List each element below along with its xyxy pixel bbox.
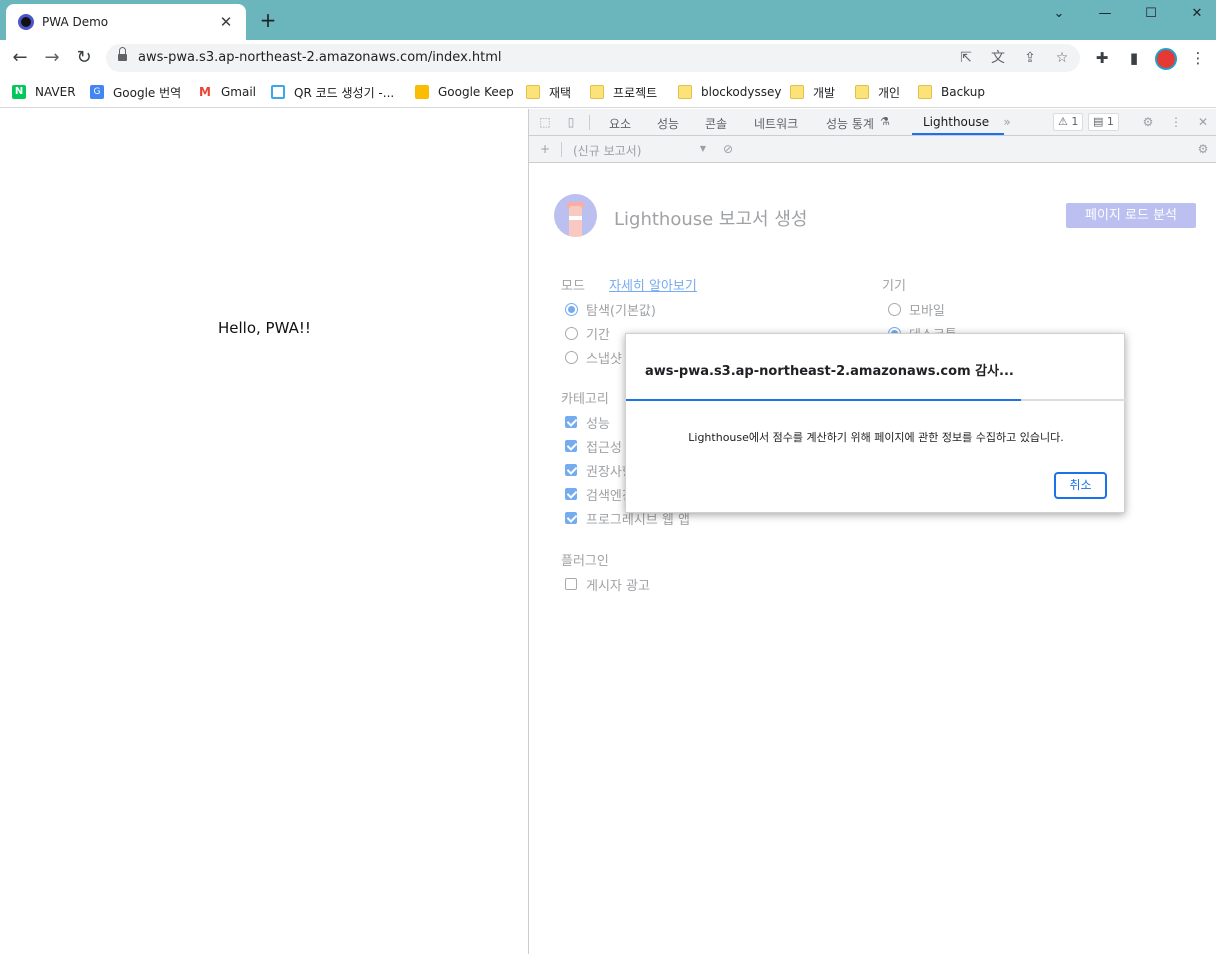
tab-strip: PWA Demo ✕ + ⌄ — ☐ ✕ (0, 0, 1216, 40)
bookmark-folder-project[interactable]: 프로젝트 (590, 81, 657, 103)
bookmark-folder-dev[interactable]: 개발 (790, 81, 835, 103)
bookmark-folder-backup[interactable]: Backup (918, 81, 985, 103)
bookmark-label: Gmail (221, 85, 257, 99)
bookmark-label: 개발 (813, 85, 836, 100)
bookmark-label: blockodyssey (701, 85, 782, 99)
devtools-close-icon[interactable]: ✕ (1195, 114, 1211, 130)
bookmark-label: Google Keep (438, 85, 514, 99)
tab-console[interactable]: 콘솔 (705, 115, 727, 132)
tab-lighthouse[interactable]: Lighthouse (923, 115, 989, 129)
add-report-icon[interactable]: + (537, 141, 553, 157)
side-panel-icon[interactable]: ▮ (1122, 46, 1146, 70)
devtools-menu-icon[interactable]: ⋮ (1168, 114, 1184, 130)
new-tab-button[interactable]: + (257, 9, 279, 31)
address-bar[interactable]: aws-pwa.s3.ap-northeast-2.amazonaws.com/… (106, 44, 1080, 72)
page-viewport: Hello, PWA!! (0, 109, 528, 954)
flask-icon: ⚗ (880, 115, 890, 128)
tab-close-icon[interactable]: ✕ (216, 13, 236, 31)
warnings-badge[interactable]: ⚠ 1 (1053, 113, 1084, 131)
lock-icon[interactable] (118, 47, 127, 61)
bookmark-folder-personal[interactable]: 개인 (855, 81, 900, 103)
bookmark-label: 재택 (549, 85, 572, 100)
bookmark-naver[interactable]: N NAVER (12, 81, 76, 103)
tab-title: PWA Demo (42, 15, 109, 29)
browser-toolbar: ← → ↻ aws-pwa.s3.ap-northeast-2.amazonaw… (0, 40, 1216, 76)
bookmark-label: 프로젝트 (613, 85, 658, 100)
report-select[interactable]: (신규 보고서) (573, 142, 641, 159)
tab-favicon-icon (18, 14, 34, 30)
lighthouse-settings-icon[interactable]: ⚙ (1195, 141, 1211, 157)
translate-icon[interactable]: 文 (988, 48, 1008, 68)
bookmark-label: 개인 (878, 85, 901, 100)
close-window-button[interactable]: ✕ (1174, 0, 1216, 26)
toolbar-divider (561, 142, 562, 157)
progress-bar (626, 399, 1126, 401)
tab-divider (589, 115, 590, 130)
devtools-tabbar: ⬚ ▯ 요소 성능 콘솔 네트워크 성능 통계 ⚗ Lighthouse » ⚠… (529, 109, 1216, 136)
browser-tab[interactable]: PWA Demo ✕ (6, 4, 246, 40)
bookmark-google-translate[interactable]: G Google 번역 (90, 81, 181, 103)
browser-menu-icon[interactable]: ⋮ (1186, 46, 1210, 70)
devtools-panel: ⬚ ▯ 요소 성능 콘솔 네트워크 성능 통계 ⚗ Lighthouse » ⚠… (529, 109, 1216, 954)
bookmark-qr-generator[interactable]: QR 코드 생성기 -... (271, 81, 394, 103)
minimize-button[interactable]: — (1082, 0, 1128, 26)
active-tab-indicator (912, 133, 1004, 135)
google-keep-icon (415, 85, 429, 99)
folder-icon (678, 85, 692, 99)
hello-text: Hello, PWA!! (218, 319, 311, 337)
dialog-message: Lighthouse에서 점수를 계산하기 위해 페이지에 관한 정보를 수집하… (688, 431, 1064, 444)
gmail-icon: M (199, 85, 211, 99)
progress-bar-fill (626, 399, 1021, 401)
bookmark-folder-remote[interactable]: 재택 (526, 81, 571, 103)
tab-performance[interactable]: 성능 (657, 115, 679, 132)
share-icon[interactable]: ⇪ (1020, 48, 1040, 68)
naver-icon: N (12, 85, 26, 99)
panel-dim-overlay (529, 163, 1216, 954)
clear-icon[interactable]: ⊘ (720, 141, 736, 157)
device-toolbar-icon[interactable]: ▯ (563, 114, 579, 130)
folder-icon (855, 85, 869, 99)
chevron-down-icon[interactable]: ▼ (695, 141, 711, 157)
messages-badge[interactable]: ▤ 1 (1088, 113, 1119, 131)
back-button[interactable]: ← (8, 46, 32, 70)
devtools-settings-icon[interactable]: ⚙ (1140, 114, 1156, 130)
folder-icon (590, 85, 604, 99)
qr-code-icon (271, 85, 285, 99)
tab-network[interactable]: 네트워크 (754, 115, 798, 132)
profile-avatar[interactable] (1155, 48, 1177, 70)
folder-icon (918, 85, 932, 99)
inspect-element-icon[interactable]: ⬚ (537, 114, 553, 130)
google-translate-icon: G (90, 85, 104, 99)
audit-progress-dialog: aws-pwa.s3.ap-northeast-2.amazonaws.com … (625, 333, 1126, 513)
bookmark-label: Backup (941, 85, 985, 99)
bookmark-label: QR 코드 생성기 -... (294, 85, 395, 100)
extensions-icon[interactable]: ✚ (1090, 46, 1114, 70)
cancel-button[interactable]: 취소 (1054, 472, 1107, 499)
bookmarks-bar: N NAVER G Google 번역 M Gmail QR 코드 생성기 -... … (0, 76, 1216, 108)
bookmark-label: NAVER (35, 85, 76, 99)
tab-performance-insights[interactable]: 성능 통계 (826, 115, 874, 132)
bookmark-google-keep[interactable]: Google Keep (415, 81, 514, 103)
forward-button[interactable]: → (40, 46, 64, 70)
lighthouse-toolbar: + (신규 보고서) ▼ ⊘ ⚙ (529, 136, 1216, 163)
address-url[interactable]: aws-pwa.s3.ap-northeast-2.amazonaws.com/… (138, 50, 502, 65)
tab-search-icon[interactable]: ⌄ (1036, 0, 1082, 26)
dialog-title: aws-pwa.s3.ap-northeast-2.amazonaws.com … (645, 364, 1014, 379)
bookmark-gmail[interactable]: M Gmail (198, 81, 256, 103)
tab-elements[interactable]: 요소 (609, 115, 631, 132)
open-in-app-icon[interactable]: ⇱ (956, 48, 976, 68)
folder-icon (790, 85, 804, 99)
bookmark-star-icon[interactable]: ☆ (1052, 48, 1072, 68)
bookmark-folder-blockodyssey[interactable]: blockodyssey (678, 81, 781, 103)
reload-button[interactable]: ↻ (72, 46, 96, 70)
folder-icon (526, 85, 540, 99)
bookmark-label: Google 번역 (113, 85, 182, 100)
maximize-button[interactable]: ☐ (1128, 0, 1174, 26)
more-tabs-icon[interactable]: » (999, 114, 1015, 130)
